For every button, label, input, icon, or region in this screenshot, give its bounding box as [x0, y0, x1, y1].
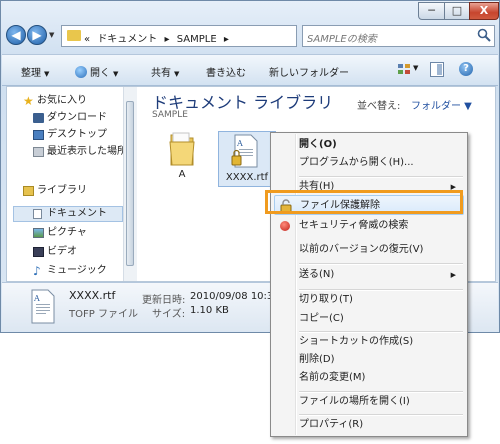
desktop-icon	[33, 130, 44, 140]
music-icon: ♪	[33, 264, 41, 278]
nav-label: お気に入り	[37, 95, 87, 106]
view-dropdown-icon[interactable]: ▼	[413, 64, 418, 72]
address-bar[interactable]: « ドキュメント ▸ SAMPLE ▸ ↻	[61, 25, 351, 47]
maximize-button[interactable]: □	[444, 2, 470, 20]
chevron-down-icon: ▼	[44, 70, 50, 78]
recent-pages-dropdown[interactable]: ▼	[49, 31, 54, 39]
highlight-annotation	[265, 190, 463, 214]
search-icon[interactable]	[477, 28, 491, 42]
breadcrumb-separator[interactable]: ▸	[165, 34, 170, 45]
star-icon: ★	[23, 94, 34, 108]
menu-item-properties[interactable]: プロパティ(R)	[274, 415, 464, 435]
breadcrumb-documents[interactable]: ドキュメント	[97, 34, 157, 45]
breadcrumb[interactable]: « ドキュメント ▸ SAMPLE ▸	[84, 30, 229, 45]
breadcrumb-separator[interactable]: ▸	[224, 34, 229, 45]
svg-text:A: A	[236, 139, 243, 148]
command-bar: 整理 ▼ 開く ▼ 共有 ▼ 書き込む 新しいフォルダー ▼ ?	[2, 54, 498, 86]
library-icon	[23, 186, 34, 196]
menu-item-open-location[interactable]: ファイルの場所を開く(I)	[274, 392, 464, 412]
navigation-pane: ★ お気に入り ダウンロード デスクトップ 最近表示した場所 ライブラリ ドキュ…	[7, 87, 123, 281]
menu-item-open-with[interactable]: プログラムから開く(H)...	[274, 153, 464, 173]
search-box[interactable]: SAMPLEの検索	[302, 25, 495, 47]
nav-scrollbar-thumb[interactable]	[126, 101, 134, 266]
folder-item[interactable]: A	[162, 131, 202, 186]
details-modified-value: 2010/09/08 10:35	[190, 291, 280, 302]
videos-icon	[33, 247, 44, 257]
details-file-name: XXXX.rtf	[69, 289, 116, 302]
menu-item-delete[interactable]: 削除(D)	[274, 350, 464, 370]
documents-icon	[33, 209, 42, 219]
nav-scrollbar[interactable]	[123, 87, 137, 281]
chevron-down-icon: ▼	[174, 70, 180, 78]
recent-places-icon	[33, 147, 44, 157]
file-item-selected[interactable]: A XXXX.rtf	[218, 131, 276, 187]
details-file-type: TOFP ファイル	[69, 309, 138, 320]
details-size-label: サイズ:	[152, 309, 186, 320]
library-subtitle: SAMPLE	[152, 110, 188, 120]
organize-label: 整理	[21, 68, 41, 79]
nav-label: 最近表示した場所	[47, 146, 123, 157]
arrange-by-dropdown[interactable]: フォルダー ▼	[411, 97, 472, 112]
menu-item-rename[interactable]: 名前の変更(M)	[274, 368, 464, 388]
nav-label: ピクチャ	[47, 227, 87, 238]
details-size-value: 1.10 KB	[190, 305, 229, 316]
menu-item-create-shortcut[interactable]: ショートカットの作成(S)	[274, 332, 464, 352]
menu-item-copy[interactable]: コピー(C)	[274, 309, 464, 329]
share-button[interactable]: 共有 ▼	[151, 64, 179, 79]
nav-label: デスクトップ	[47, 129, 107, 140]
open-icon	[75, 66, 87, 78]
new-folder-button[interactable]: 新しいフォルダー	[269, 64, 349, 79]
menu-item-cut[interactable]: 切り取り(T)	[274, 290, 464, 310]
breadcrumb-sample[interactable]: SAMPLE	[177, 34, 217, 45]
downloads-folder-icon	[33, 113, 44, 123]
svg-text:A: A	[33, 294, 40, 303]
nav-label: ミュージック	[47, 265, 107, 276]
menu-item-send-to[interactable]: 送る(N) ▶	[274, 265, 464, 285]
context-menu: 開く(O) プログラムから開く(H)... 共有(H) ▶ ファイル保護解除 セキ…	[270, 132, 468, 437]
nav-label: ライブラリ	[37, 185, 87, 196]
chevron-down-icon: ▼	[113, 70, 119, 78]
security-icon	[280, 221, 290, 231]
close-button[interactable]: X	[469, 2, 499, 20]
back-button[interactable]: ◀	[6, 25, 26, 45]
open-label: 開く	[90, 68, 110, 79]
file-name: XXXX.rtf	[225, 172, 269, 183]
submenu-arrow-icon: ▶	[450, 271, 456, 279]
open-button[interactable]: 開く ▼	[75, 64, 118, 79]
burn-button[interactable]: 書き込む	[206, 64, 246, 79]
menu-item-open[interactable]: 開く(O)	[274, 135, 464, 155]
help-icon[interactable]: ?	[459, 62, 473, 76]
menu-item-restore-versions[interactable]: 以前のバージョンの復元(V)	[274, 240, 464, 260]
share-label: 共有	[151, 68, 171, 79]
details-modified-label: 更新日時:	[142, 295, 186, 306]
folder-icon	[67, 30, 81, 41]
menu-item-security-scan[interactable]: セキュリティ脅威の検索	[274, 216, 464, 236]
pictures-icon	[33, 228, 44, 238]
forward-button[interactable]: ▶	[27, 25, 47, 45]
minimize-button[interactable]: ─	[418, 2, 445, 20]
rtf-document-icon: A	[31, 289, 55, 324]
arrange-by-label: 並べ替え:	[357, 101, 401, 112]
search-input[interactable]: SAMPLEの検索	[307, 30, 377, 45]
preview-pane-icon[interactable]	[430, 62, 444, 77]
nav-label: ドキュメント	[47, 208, 107, 219]
breadcrumb-overflow[interactable]: «	[84, 34, 90, 45]
folder-icon	[169, 132, 195, 166]
nav-label: ビデオ	[47, 246, 77, 257]
rtf-document-icon: A	[231, 134, 258, 168]
folder-name: A	[178, 169, 186, 180]
view-options-icon[interactable]	[398, 64, 410, 75]
organize-button[interactable]: 整理 ▼	[21, 64, 49, 79]
nav-label: ダウンロード	[47, 112, 107, 123]
